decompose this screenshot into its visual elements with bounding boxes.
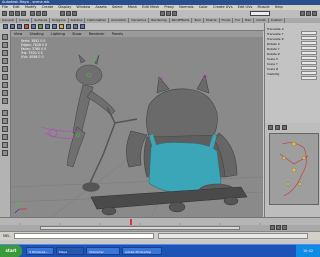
start-button[interactable]: start	[0, 245, 22, 257]
taskbar-item[interactable]: 3 Windows...	[26, 247, 54, 255]
manipulator-tool-icon[interactable]	[2, 82, 8, 88]
channel-row[interactable]: Rotate X	[267, 42, 319, 50]
move-tool-icon[interactable]	[2, 58, 8, 64]
shelf-tool-icon[interactable]	[31, 24, 36, 29]
layout-four-icon[interactable]	[2, 118, 8, 124]
layout-graph-icon[interactable]	[2, 142, 8, 148]
show-attribute-editor-icon[interactable]	[300, 11, 305, 16]
play-forward-icon[interactable]	[276, 225, 281, 230]
layout-outliner-icon[interactable]	[2, 134, 8, 140]
picker-tab-icon[interactable]	[268, 125, 273, 130]
shelf-tool-icon[interactable]	[80, 24, 85, 29]
select-tool-icon[interactable]	[2, 34, 8, 40]
channel-row[interactable]: Scale Z	[267, 67, 319, 75]
show-manipulator-icon[interactable]	[2, 98, 8, 104]
system-clock: 10:42	[296, 245, 320, 257]
shelf-tool-icon[interactable]	[24, 24, 29, 29]
snap-point-icon[interactable]	[72, 11, 77, 16]
channel-row[interactable]: Translate Y	[267, 32, 319, 40]
new-scene-icon[interactable]	[9, 11, 14, 16]
rotate-tool-icon[interactable]	[2, 66, 8, 72]
select-object-icon[interactable]	[36, 11, 41, 16]
command-line: MEL	[0, 231, 320, 240]
shelf-tool-icon[interactable]	[66, 24, 71, 29]
channel-row[interactable]: Visibility	[267, 72, 319, 80]
taskbar-item[interactable]: Character	[86, 247, 120, 255]
shelf-tool-icon[interactable]	[10, 24, 15, 29]
channel-box: Translate X Translate Y Translate Z Rota…	[264, 23, 320, 123]
ipr-render-icon[interactable]	[166, 11, 171, 16]
channel-row[interactable]: Scale X	[267, 57, 319, 65]
axis-gizmo-icon	[14, 201, 27, 214]
lasso-tool-icon[interactable]	[2, 42, 8, 48]
scale-tool-icon[interactable]	[2, 74, 8, 80]
windows-taskbar: start 3 Windows... Maya Character Adobe …	[0, 244, 320, 257]
shelf-tool-icon[interactable]	[45, 24, 50, 29]
command-result-field	[158, 233, 308, 239]
mode-selector-icon[interactable]	[2, 11, 7, 16]
save-scene-icon[interactable]	[21, 11, 26, 16]
shelf-tool-icon[interactable]	[73, 24, 78, 29]
character-picker-panel	[264, 123, 320, 217]
select-hierarchy-icon[interactable]	[30, 11, 35, 16]
next-key-icon[interactable]	[282, 225, 287, 230]
show-channel-box-icon[interactable]	[306, 11, 311, 16]
picker-tab-icon[interactable]	[275, 125, 280, 130]
channel-row[interactable]: Rotate Z	[267, 52, 319, 60]
render-settings-icon[interactable]	[172, 11, 177, 16]
select-component-icon[interactable]	[42, 11, 47, 16]
shelf-tool-icon[interactable]	[17, 24, 22, 29]
thin-character-model	[66, 54, 116, 168]
picker-tab-icon[interactable]	[282, 125, 287, 130]
shelf-tool-icon[interactable]	[3, 24, 8, 29]
command-language-label[interactable]: MEL	[0, 234, 10, 238]
channel-row[interactable]: Rotate Y	[267, 47, 319, 55]
snap-grid-icon[interactable]	[60, 11, 65, 16]
channel-row[interactable]: Translate Z	[267, 37, 319, 45]
channel-row[interactable]: Translate X	[267, 27, 319, 35]
snap-curve-icon[interactable]	[66, 11, 71, 16]
viewport-menu-show[interactable]: Show	[69, 32, 84, 36]
layout-two-icon[interactable]	[2, 126, 8, 132]
viewport-menu-shading[interactable]: Shading	[26, 32, 46, 36]
render-icon[interactable]	[160, 11, 165, 16]
shelf-tool-icon[interactable]	[52, 24, 57, 29]
range-slider-bar[interactable]	[40, 226, 240, 230]
viewport-menu-panels[interactable]: Panels	[109, 32, 126, 36]
name-field[interactable]	[250, 11, 270, 16]
shelf-tool-icon[interactable]	[38, 24, 43, 29]
command-input[interactable]	[14, 233, 154, 239]
tool-box	[0, 30, 11, 220]
layout-single-icon[interactable]	[2, 110, 8, 116]
viewport-menu-view[interactable]: View	[11, 32, 25, 36]
show-tool-settings-icon[interactable]	[312, 11, 317, 16]
open-scene-icon[interactable]	[15, 11, 20, 16]
viewport-scene	[11, 54, 263, 217]
taskbar-item[interactable]: Adobe Photoshop	[122, 247, 162, 255]
shelf-tool-icon[interactable]	[59, 24, 64, 29]
play-back-icon[interactable]	[270, 225, 275, 230]
channel-row[interactable]: Scale Y	[267, 62, 319, 70]
paint-select-tool-icon[interactable]	[2, 50, 8, 56]
character-picker-graph[interactable]	[269, 133, 319, 205]
picker-diagram	[279, 141, 309, 197]
viewport-menu-lighting[interactable]: Lighting	[48, 32, 68, 36]
window-title: Autodesk Maya - scene.mb	[2, 0, 50, 4]
layout-hypershade-icon[interactable]	[2, 150, 8, 156]
soft-mod-tool-icon[interactable]	[2, 90, 8, 96]
perspective-viewport[interactable]: View Shading Lighting Show Renderer Pane…	[11, 31, 263, 217]
viewport-menu-renderer[interactable]: Renderer	[86, 32, 108, 36]
taskbar-item[interactable]: Maya	[56, 247, 84, 255]
cat-character-model	[126, 74, 238, 199]
shelf	[0, 23, 264, 31]
